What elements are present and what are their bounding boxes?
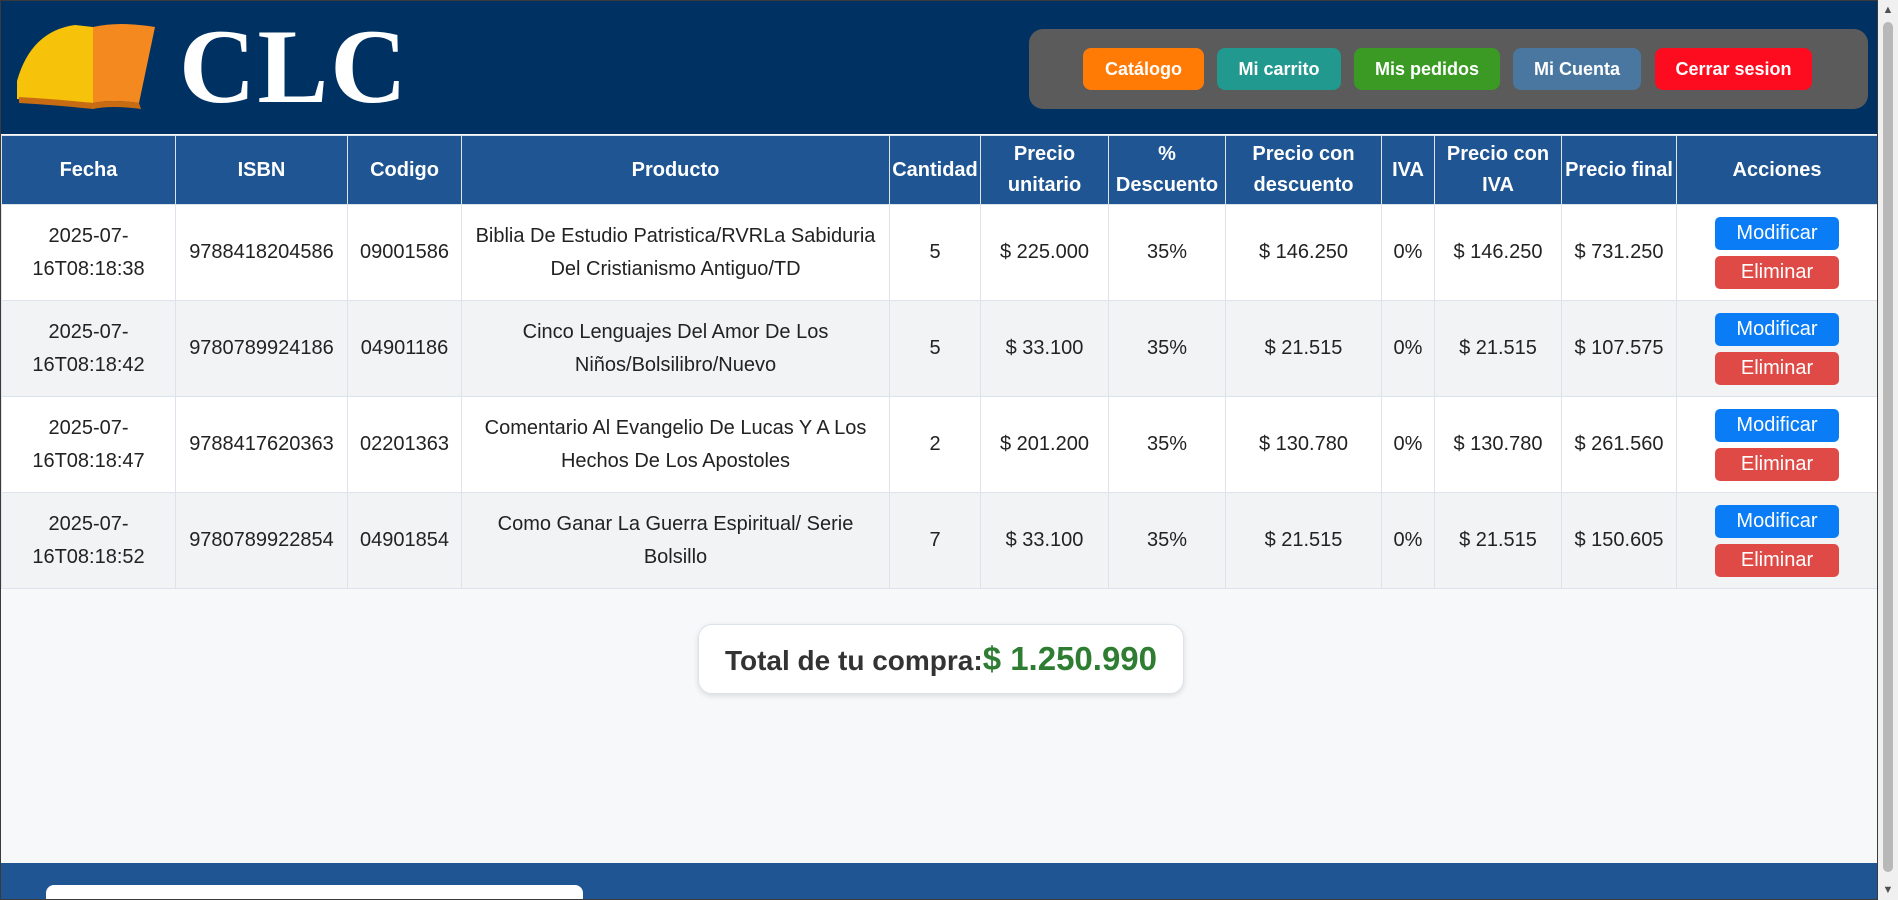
cell-descuento: 35%	[1108, 492, 1226, 589]
cell-precio-descuento: $ 21.515	[1225, 300, 1382, 397]
app-window: CLC Catálogo Mi carrito Mis pedidos Mi C…	[0, 0, 1878, 900]
header-acciones: Acciones	[1676, 135, 1877, 205]
header-precio-unitario: Precio unitario	[980, 135, 1109, 205]
cell-precio-unitario: $ 33.100	[980, 300, 1109, 397]
cell-precio-unitario: $ 201.200	[980, 396, 1109, 493]
cell-cantidad: 2	[889, 396, 981, 493]
cell-precio-iva: $ 21.515	[1434, 300, 1562, 397]
cell-precio-descuento: $ 130.780	[1225, 396, 1382, 493]
cell-iva: 0%	[1381, 300, 1435, 397]
header-producto: Producto	[461, 135, 890, 205]
cell-descuento: 35%	[1108, 204, 1226, 301]
cerrar-sesion-button[interactable]: Cerrar sesion	[1655, 48, 1812, 90]
cell-precio-unitario: $ 33.100	[980, 492, 1109, 589]
cell-iva: 0%	[1381, 204, 1435, 301]
header-precio-iva: Precio con IVA	[1434, 135, 1562, 205]
logo-text: CLC	[179, 8, 409, 125]
header-precio-final: Precio final	[1561, 135, 1677, 205]
site-logo[interactable]: CLC	[11, 14, 407, 120]
scrollbar-thumb[interactable]	[1883, 22, 1893, 872]
open-book-icon	[17, 24, 155, 109]
vertical-scrollbar[interactable]: ▲ ▼	[1878, 0, 1898, 900]
cell-precio-iva: $ 146.250	[1434, 204, 1562, 301]
header-precio-descuento: Precio con descuento	[1225, 135, 1382, 205]
top-nav: Catálogo Mi carrito Mis pedidos Mi Cuent…	[1029, 29, 1868, 109]
purchase-total-card: Total de tu compra:$ 1.250.990	[698, 624, 1184, 694]
cell-producto: Como Ganar La Guerra Espiritual/ Serie B…	[461, 492, 890, 589]
cell-iva: 0%	[1381, 492, 1435, 589]
cell-isbn: 9788418204586	[175, 204, 348, 301]
header-cantidad: Cantidad	[889, 135, 981, 205]
modificar-button[interactable]: Modificar	[1715, 216, 1839, 250]
cell-fecha: 2025-07-16T08:18:38	[1, 204, 176, 301]
cell-precio-final: $ 150.605	[1561, 492, 1677, 589]
cell-precio-final: $ 731.250	[1561, 204, 1677, 301]
cell-codigo: 04901854	[347, 492, 462, 589]
modificar-button[interactable]: Modificar	[1715, 504, 1839, 538]
mi-carrito-button[interactable]: Mi carrito	[1217, 48, 1341, 90]
cell-isbn: 9788417620363	[175, 396, 348, 493]
orders-table-container: Fecha ISBN Codigo Producto Cantidad Prec…	[1, 135, 1877, 589]
table-row: 2025-07-16T08:18:38 9788418204586 090015…	[1, 204, 1877, 301]
cell-acciones: Modificar Eliminar	[1676, 396, 1877, 493]
cell-codigo: 02201363	[347, 396, 462, 493]
table-row: 2025-07-16T08:18:42 9780789924186 049011…	[1, 300, 1877, 397]
arrow-down-icon[interactable]: ▼	[1878, 880, 1898, 900]
site-footer	[1, 863, 1877, 899]
total-label: Total de tu compra:	[724, 645, 983, 676]
site-header: CLC Catálogo Mi carrito Mis pedidos Mi C…	[1, 1, 1877, 134]
eliminar-button[interactable]: Eliminar	[1715, 447, 1839, 481]
cell-descuento: 35%	[1108, 300, 1226, 397]
cell-iva: 0%	[1381, 396, 1435, 493]
cell-cantidad: 5	[889, 204, 981, 301]
cell-precio-iva: $ 130.780	[1434, 396, 1562, 493]
total-value: $ 1.250.990	[982, 640, 1158, 677]
table-header-row: Fecha ISBN Codigo Producto Cantidad Prec…	[1, 135, 1877, 205]
modificar-button[interactable]: Modificar	[1715, 408, 1839, 442]
cell-fecha: 2025-07-16T08:18:52	[1, 492, 176, 589]
header-iva: IVA	[1381, 135, 1435, 205]
table-row: 2025-07-16T08:18:47 9788417620363 022013…	[1, 396, 1877, 493]
cell-precio-final: $ 107.575	[1561, 300, 1677, 397]
catalogo-button[interactable]: Catálogo	[1083, 48, 1204, 90]
cell-descuento: 35%	[1108, 396, 1226, 493]
cell-acciones: Modificar Eliminar	[1676, 204, 1877, 301]
cell-cantidad: 7	[889, 492, 981, 589]
cell-isbn: 9780789922854	[175, 492, 348, 589]
header-descuento: % Descuento	[1108, 135, 1226, 205]
cell-precio-final: $ 261.560	[1561, 396, 1677, 493]
eliminar-button[interactable]: Eliminar	[1715, 255, 1839, 289]
cell-acciones: Modificar Eliminar	[1676, 492, 1877, 589]
cell-precio-descuento: $ 146.250	[1225, 204, 1382, 301]
cell-precio-unitario: $ 225.000	[980, 204, 1109, 301]
header-codigo: Codigo	[347, 135, 462, 205]
cell-precio-iva: $ 21.515	[1434, 492, 1562, 589]
header-fecha: Fecha	[1, 135, 176, 205]
header-isbn: ISBN	[175, 135, 348, 205]
eliminar-button[interactable]: Eliminar	[1715, 543, 1839, 577]
cell-fecha: 2025-07-16T08:18:47	[1, 396, 176, 493]
cell-codigo: 09001586	[347, 204, 462, 301]
cell-isbn: 9780789924186	[175, 300, 348, 397]
cell-fecha: 2025-07-16T08:18:42	[1, 300, 176, 397]
cell-producto: Comentario Al Evangelio De Lucas Y A Los…	[461, 396, 890, 493]
mis-pedidos-button[interactable]: Mis pedidos	[1354, 48, 1500, 90]
modificar-button[interactable]: Modificar	[1715, 312, 1839, 346]
cell-cantidad: 5	[889, 300, 981, 397]
cell-producto: Biblia De Estudio Patristica/RVRLa Sabid…	[461, 204, 890, 301]
cell-acciones: Modificar Eliminar	[1676, 300, 1877, 397]
cell-codigo: 04901186	[347, 300, 462, 397]
footer-card	[46, 885, 583, 899]
table-row: 2025-07-16T08:18:52 9780789922854 049018…	[1, 492, 1877, 589]
mi-cuenta-button[interactable]: Mi Cuenta	[1513, 48, 1641, 90]
eliminar-button[interactable]: Eliminar	[1715, 351, 1839, 385]
cell-precio-descuento: $ 21.515	[1225, 492, 1382, 589]
cell-producto: Cinco Lenguajes Del Amor De Los Niños/Bo…	[461, 300, 890, 397]
orders-table: Fecha ISBN Codigo Producto Cantidad Prec…	[1, 135, 1877, 589]
arrow-up-icon[interactable]: ▲	[1878, 0, 1898, 20]
